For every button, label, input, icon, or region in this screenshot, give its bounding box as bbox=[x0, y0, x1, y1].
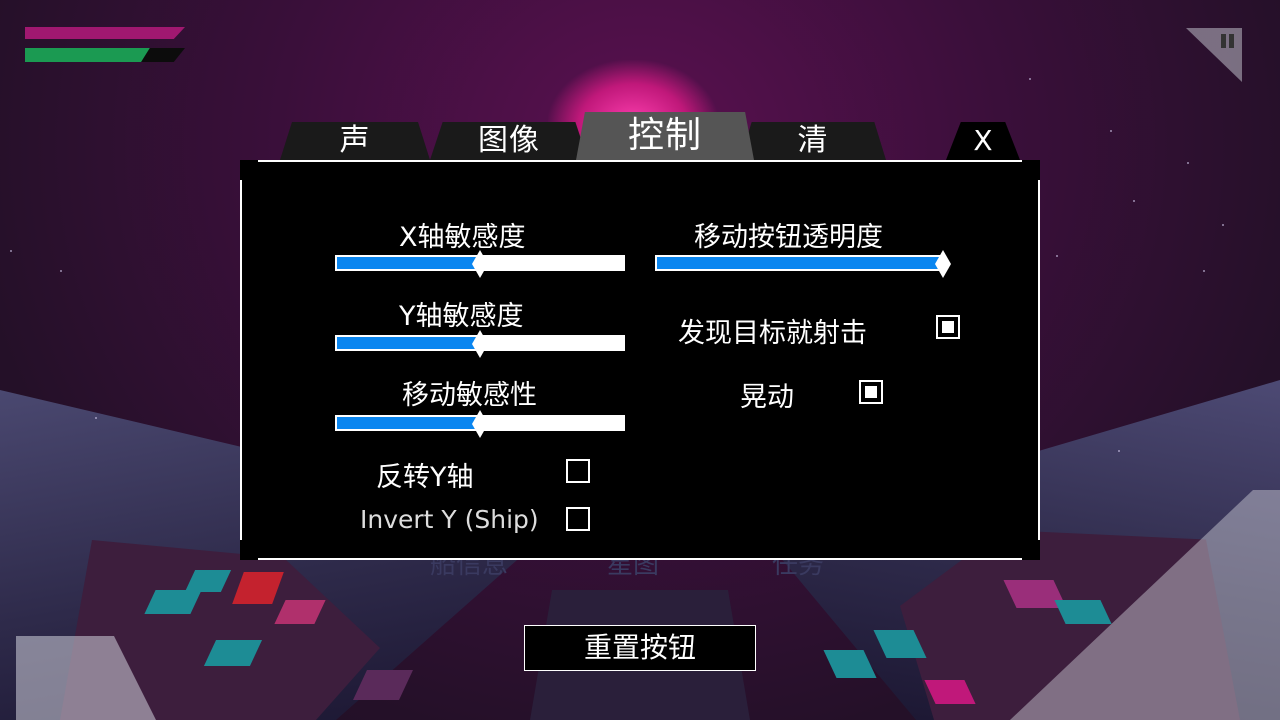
star bbox=[1056, 255, 1058, 257]
invert-y-checkbox[interactable] bbox=[566, 459, 590, 483]
button-opacity-label: 移动按钮透明度 bbox=[694, 222, 883, 253]
health-bar bbox=[25, 48, 150, 62]
invert-y-ship-label: Invert Y (Ship) bbox=[360, 505, 539, 534]
pause-icon bbox=[1229, 34, 1234, 48]
panel-border bbox=[258, 558, 1022, 560]
slider-thumb[interactable] bbox=[472, 250, 488, 278]
panel-border bbox=[1038, 180, 1040, 540]
y-sensitivity-label: Y轴敏感度 bbox=[399, 301, 524, 332]
slider-fill bbox=[337, 417, 480, 429]
star bbox=[1222, 224, 1224, 226]
star bbox=[1118, 450, 1120, 452]
slider-fill bbox=[337, 337, 480, 349]
star bbox=[95, 417, 97, 419]
x-sensitivity-label: X轴敏感度 bbox=[399, 222, 526, 253]
pause-icon bbox=[1221, 34, 1226, 48]
invert-y-label: 反转Y轴 bbox=[376, 462, 474, 493]
slider-fill bbox=[657, 257, 943, 269]
x-sensitivity-slider[interactable] bbox=[335, 250, 625, 278]
star bbox=[1029, 78, 1031, 80]
panel-border bbox=[258, 160, 1022, 162]
star bbox=[1203, 270, 1205, 272]
star bbox=[1110, 130, 1112, 132]
slider-fill bbox=[337, 257, 480, 269]
shake-label: 晃动 bbox=[740, 382, 794, 413]
panel-border bbox=[240, 180, 242, 540]
fire-on-sight-checkbox[interactable] bbox=[936, 315, 960, 339]
slider-thumb[interactable] bbox=[472, 410, 488, 438]
invert-y-ship-checkbox[interactable] bbox=[566, 507, 590, 531]
tab-clear[interactable]: 清 bbox=[740, 122, 886, 160]
shake-checkbox[interactable] bbox=[859, 380, 883, 404]
fire-on-sight-label: 发现目标就射击 bbox=[678, 318, 867, 349]
move-sensitivity-slider[interactable] bbox=[335, 410, 625, 438]
slider-thumb[interactable] bbox=[472, 330, 488, 358]
button-opacity-slider[interactable] bbox=[655, 250, 951, 278]
star bbox=[1133, 200, 1135, 202]
star bbox=[1187, 162, 1189, 164]
tab-graphics[interactable]: 图像 bbox=[430, 122, 588, 160]
shield-bar bbox=[25, 27, 185, 39]
tab-controls[interactable]: 控制 bbox=[576, 112, 754, 160]
y-sensitivity-slider[interactable] bbox=[335, 330, 625, 358]
move-sensitivity-label: 移动敏感性 bbox=[402, 380, 537, 411]
reset-buttons-button[interactable]: 重置按钮 bbox=[524, 625, 756, 671]
star bbox=[60, 270, 62, 272]
star bbox=[10, 250, 12, 252]
slider-thumb[interactable] bbox=[935, 250, 951, 278]
settings-panel: X轴敏感度 Y轴敏感度 移动敏感性 反转Y轴 Invert Y (Ship) 移… bbox=[240, 160, 1040, 560]
tab-sound[interactable]: 声 bbox=[280, 122, 430, 160]
